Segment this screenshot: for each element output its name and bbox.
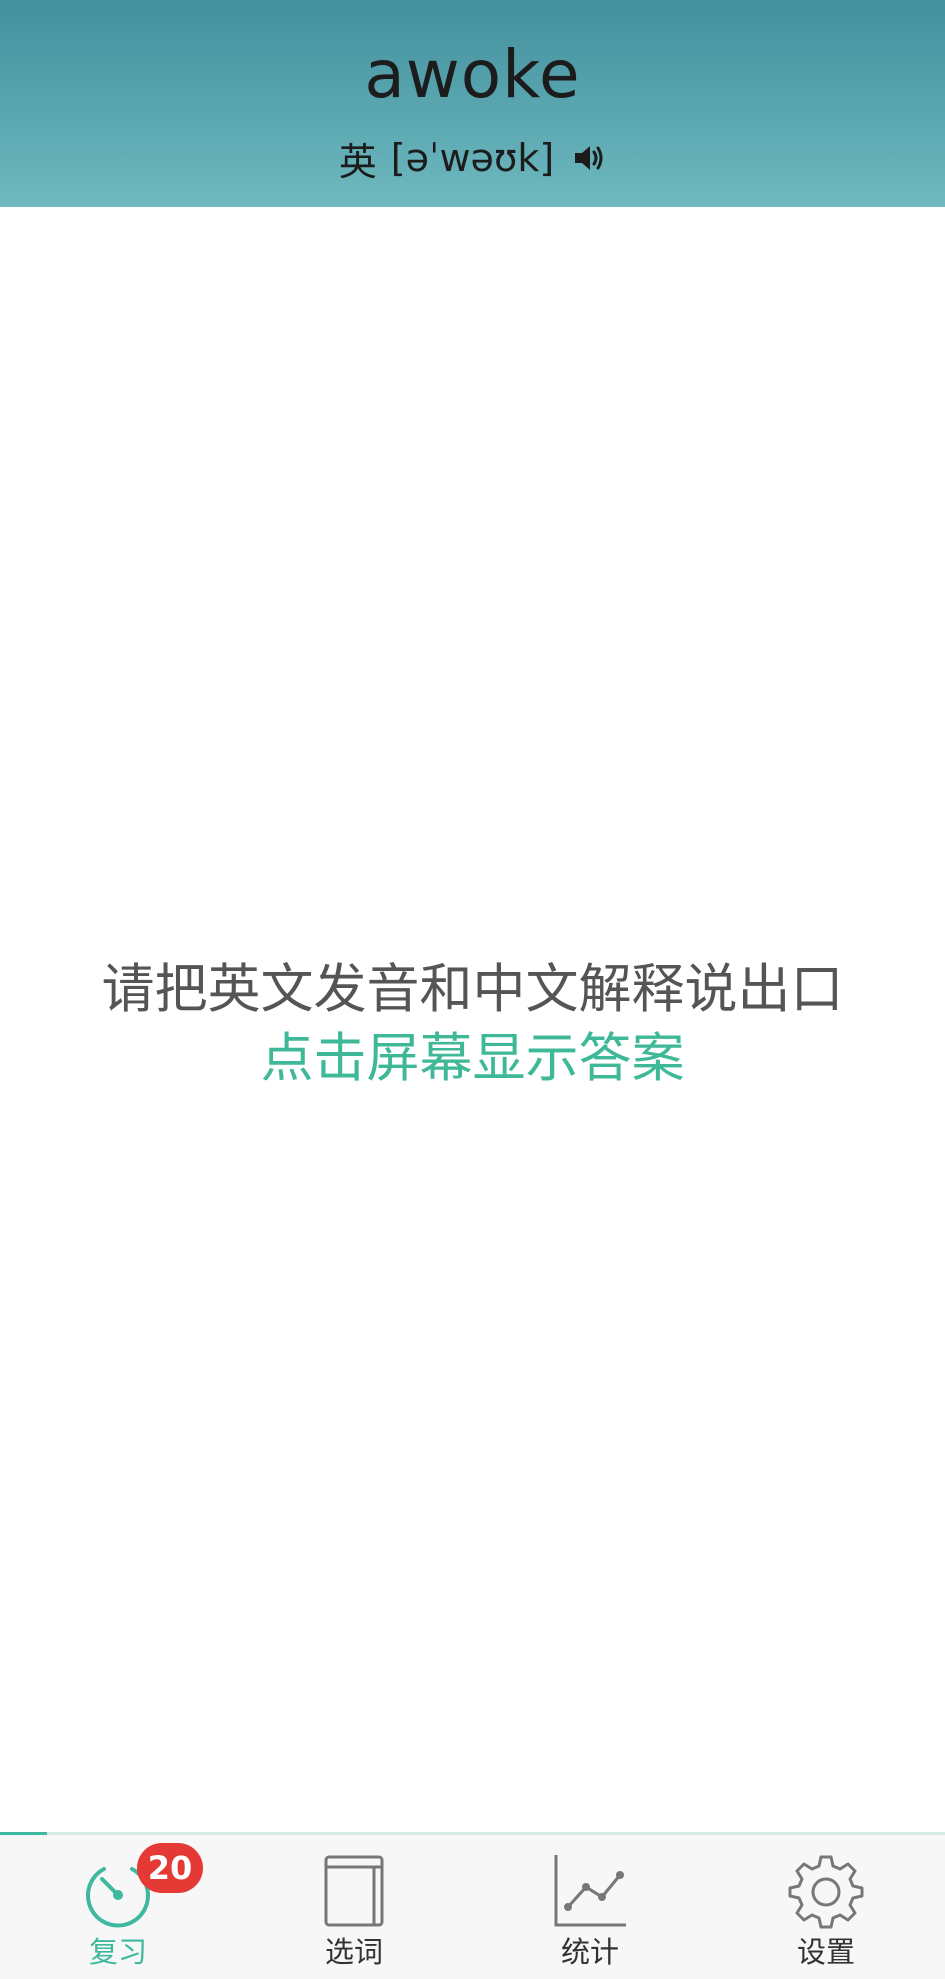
tab-statistics[interactable]: 统计 <box>472 1835 708 1979</box>
word-title: awoke <box>364 36 581 113</box>
reveal-answer-hint[interactable]: 点击屏幕显示答案 <box>0 1024 945 1094</box>
phonetic-text: [əˈwəʊk] <box>390 136 555 180</box>
accent-label: 英 <box>338 139 377 184</box>
book-icon <box>324 1855 384 1927</box>
tab-label-review: 复习 <box>88 1935 147 1969</box>
tab-label-select-words: 选词 <box>324 1935 383 1969</box>
instruction-text: 请把英文发音和中文解释说出口 <box>101 959 844 1020</box>
pronunciation-row: 英 [əˈwəʊk] <box>0 128 945 188</box>
tab-review[interactable]: 20 复习 <box>0 1835 236 1979</box>
gear-icon <box>788 1855 864 1929</box>
tab-select-words[interactable]: 选词 <box>236 1835 472 1979</box>
bottom-tab-bar: 20 复习 选词 统计 设置 <box>0 1832 945 1979</box>
tab-label-statistics: 统计 <box>560 1935 619 1969</box>
tab-settings[interactable]: 设置 <box>708 1835 944 1979</box>
word-header: awoke 英 [əˈwəʊk] <box>0 0 945 207</box>
speaker-icon[interactable] <box>572 141 606 175</box>
line-chart-icon <box>554 1855 626 1927</box>
review-count-badge: 20 <box>137 1843 203 1893</box>
tab-label-settings: 设置 <box>796 1935 855 1969</box>
